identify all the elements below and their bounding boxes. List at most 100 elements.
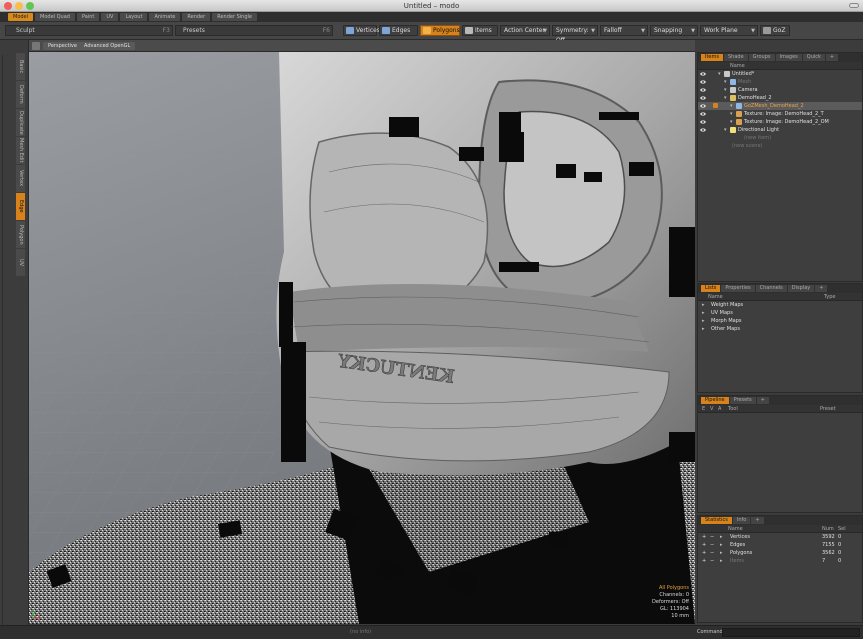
lists-tab-properties[interactable]: Properties	[721, 285, 755, 292]
view-type-button[interactable]: Perspective	[43, 42, 82, 50]
items-tree-row[interactable]: ▾ GoZMesh_DemoHead_2	[698, 102, 862, 110]
plus-icon[interactable]: +	[702, 549, 706, 557]
minimize-window-button[interactable]	[15, 2, 23, 10]
items-tree-row[interactable]: (new item)	[698, 134, 862, 142]
layout-tab-uv[interactable]: UV	[101, 13, 119, 21]
expand-triangle-icon[interactable]: ▸	[702, 325, 705, 333]
expand-triangle-icon[interactable]: ▾	[718, 70, 721, 78]
item-lock-icon[interactable]	[713, 103, 718, 108]
command-input[interactable]	[722, 628, 860, 637]
expand-triangle-icon[interactable]: ▾	[724, 78, 727, 86]
items-tab-images[interactable]: Images	[775, 54, 802, 61]
lists-tab-display[interactable]: Display	[787, 285, 815, 292]
expand-triangle-icon[interactable]: ▸	[702, 309, 705, 317]
viewport-menu-icon[interactable]	[32, 42, 40, 50]
expand-triangle-icon[interactable]: ▸	[720, 557, 723, 565]
items-tab-quick[interactable]: Quick	[802, 54, 825, 61]
visibility-eye-icon[interactable]	[700, 71, 706, 77]
visibility-eye-icon[interactable]	[700, 127, 706, 133]
layout-tab-animate[interactable]: Animate	[149, 13, 181, 21]
expand-triangle-icon[interactable]: ▸	[720, 549, 723, 557]
toolbar-toggle-button[interactable]	[849, 3, 859, 8]
items-tree-row[interactable]: (new scene)	[698, 142, 862, 150]
items-add-tab-button[interactable]: +	[825, 54, 839, 61]
goz-button[interactable]: GoZ	[760, 25, 790, 36]
items-tree-row[interactable]: ▾ Texture: Image: DemoHead_2_T	[698, 110, 862, 118]
sculpt-tools-field[interactable]: Sculpt F3	[5, 25, 173, 36]
pipeline-tab-presets[interactable]: Presets	[729, 397, 756, 404]
tool-tab-vertex[interactable]: Vertex	[16, 165, 25, 192]
items-tree-row[interactable]: ▾ Camera	[698, 86, 862, 94]
expand-triangle-icon[interactable]: ▸	[702, 301, 705, 309]
expand-triangle-icon[interactable]: ▾	[724, 94, 727, 102]
items-tab-groups[interactable]: Groups	[748, 54, 775, 61]
minus-icon[interactable]: −	[710, 533, 714, 541]
lists-tab-lists[interactable]: Lists	[701, 285, 721, 292]
stats-row-edges[interactable]: + − ▸ Edges 7155 0	[698, 541, 862, 549]
visibility-eye-icon[interactable]	[700, 103, 706, 109]
items-name-column[interactable]: Name	[730, 62, 745, 70]
tool-tab-duplicate[interactable]: Duplicate	[16, 109, 25, 136]
minus-icon[interactable]: −	[710, 541, 714, 549]
visibility-eye-icon[interactable]	[700, 79, 706, 85]
presets-field[interactable]: Presets F6	[175, 25, 333, 36]
layout-tab-paint[interactable]: Paint	[76, 13, 100, 21]
pipeline-tab-pipeline[interactable]: Pipeline	[701, 397, 729, 404]
stats-num-column[interactable]: Num	[822, 525, 834, 533]
expand-triangle-icon[interactable]: ▾	[724, 86, 727, 94]
items-tree-row[interactable]: ▾ Texture: Image: DemoHead_2_OM	[698, 118, 862, 126]
snapping-dropdown[interactable]: Snapping ▼	[650, 25, 698, 36]
layout-tab-render[interactable]: Render	[182, 13, 211, 21]
pipeline-col-v[interactable]: V	[710, 405, 713, 413]
items-tab-items[interactable]: Items	[701, 54, 723, 61]
list-item[interactable]: ▸ Weight Maps	[698, 301, 862, 309]
tool-tab-mesh-edit[interactable]: Mesh Edit	[16, 137, 25, 164]
items-tree-row[interactable]: ▾ Directional Light	[698, 126, 862, 134]
plus-icon[interactable]: +	[702, 557, 706, 565]
expand-triangle-icon[interactable]: ▸	[720, 541, 723, 549]
expand-triangle-icon[interactable]: ▾	[730, 110, 733, 118]
stats-add-tab-button[interactable]: +	[751, 517, 764, 524]
plus-icon[interactable]: +	[702, 533, 706, 541]
expand-triangle-icon[interactable]: ▾	[730, 118, 733, 126]
minus-icon[interactable]: −	[710, 549, 714, 557]
visibility-eye-icon[interactable]	[700, 111, 706, 117]
close-window-button[interactable]	[4, 2, 12, 10]
list-item[interactable]: ▸ Other Maps	[698, 325, 862, 333]
items-tab-shade[interactable]: Shade	[724, 54, 748, 61]
action-center-dropdown[interactable]: Action Center ▼	[500, 25, 550, 36]
pipeline-col-tool[interactable]: Tool	[728, 405, 738, 413]
layout-tab-render-single[interactable]: Render Single	[212, 13, 257, 21]
items-tree-row[interactable]: ▾ Mesh	[698, 78, 862, 86]
expand-triangle-icon[interactable]: ▾	[724, 126, 727, 134]
layout-tab-layout[interactable]: Layout	[120, 13, 148, 21]
pipeline-col-preset[interactable]: Preset	[820, 405, 836, 413]
stats-row-vertices[interactable]: + − ▸ Vertices 3592 0	[698, 533, 862, 541]
tool-tab-deform[interactable]: Deform	[16, 81, 25, 108]
stats-row-items[interactable]: + − ▸ Items 7 0	[698, 557, 862, 565]
expand-triangle-icon[interactable]: ▾	[730, 102, 733, 110]
visibility-eye-icon[interactable]	[700, 87, 706, 93]
polygons-mode-button[interactable]: Polygons	[420, 25, 460, 36]
pipeline-add-tab-button[interactable]: +	[756, 397, 769, 404]
stats-tab-statistics[interactable]: Statistics	[701, 517, 732, 524]
zoom-window-button[interactable]	[26, 2, 34, 10]
render-mode-button[interactable]: Advanced OpenGL	[79, 42, 136, 50]
expand-triangle-icon[interactable]: ▸	[702, 317, 705, 325]
items-tree-row[interactable]: ▾ Untitled*	[698, 70, 862, 78]
symmetry-dropdown[interactable]: Symmetry: Off ▼	[552, 25, 598, 44]
lists-tab-channels[interactable]: Channels	[755, 285, 787, 292]
tool-tab-edge[interactable]: Edge	[16, 193, 25, 220]
edges-mode-button[interactable]: Edges	[379, 25, 418, 36]
visibility-eye-icon[interactable]	[700, 95, 706, 101]
stats-row-polygons[interactable]: + − ▸ Polygons 3562 0	[698, 549, 862, 557]
tool-tab-polygon[interactable]: Polygon	[16, 221, 25, 248]
falloff-dropdown[interactable]: Falloff ▼	[600, 25, 648, 36]
3d-viewport[interactable]: KENTUCKY All Polygons Channels: 0 Deform…	[29, 52, 695, 624]
lists-type-column[interactable]: Type	[824, 293, 835, 301]
list-item[interactable]: ▸ UV Maps	[698, 309, 862, 317]
tool-tab-basic[interactable]: Basic	[16, 53, 25, 80]
items-mode-button[interactable]: Items	[462, 25, 498, 36]
pipeline-col-a[interactable]: A	[718, 405, 721, 413]
pipeline-col-e[interactable]: E	[702, 405, 705, 413]
